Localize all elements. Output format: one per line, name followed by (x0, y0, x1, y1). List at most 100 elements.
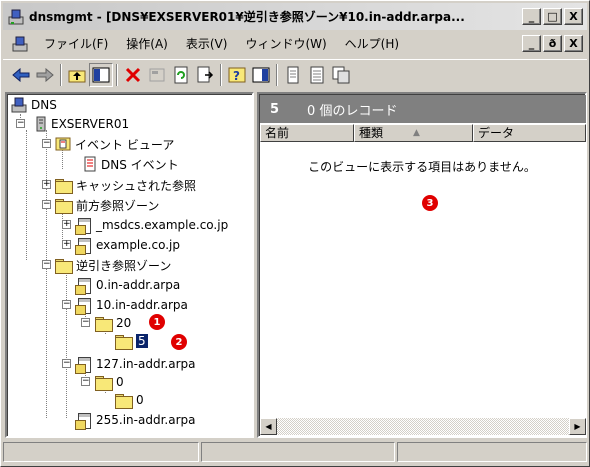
title-bar[interactable]: dnsmgmt - [DNS¥EXSERVER01¥逆引き参照ゾーン¥10.in… (3, 3, 587, 30)
folder-icon (55, 258, 73, 274)
minimize-button[interactable]: _ (522, 8, 541, 25)
window-title: dnsmgmt - [DNS¥EXSERVER01¥逆引き参照ゾーン¥10.in… (29, 10, 465, 24)
scroll-right-icon[interactable]: ▶ (569, 418, 586, 435)
folder-icon (95, 375, 113, 391)
tree-node-event-viewer[interactable]: イベント ビューア (55, 135, 174, 153)
tree-node-sub-5-selected[interactable]: 5 (115, 332, 149, 350)
expand-toggle[interactable]: + (62, 220, 71, 229)
mmc-window: dnsmgmt - [DNS¥EXSERVER01¥逆引き参照ゾーン¥10.in… (0, 0, 590, 467)
column-type[interactable]: 種類 ▲ (354, 124, 473, 142)
tree-node-zone-127[interactable]: 127.in-addr.arpa (75, 355, 195, 374)
tree-node-forward-zones[interactable]: 前方参照ゾーン (55, 196, 159, 214)
mdi-minimize-button[interactable]: _ (522, 35, 541, 52)
toolbar-separator (220, 63, 222, 86)
tree-node-msdcs[interactable]: _msdcs.example.co.jp (75, 216, 228, 235)
properties-icon[interactable] (145, 63, 169, 87)
console-icon[interactable] (249, 63, 273, 87)
tree-node-zone-10[interactable]: 10.in-addr.arpa (75, 296, 188, 315)
menu-bar: ファイル(F) 操作(A) 表示(V) ウィンドウ(W) ヘルプ(H) _ ð … (3, 32, 587, 56)
column-headers: 名前 種類 ▲ データ (260, 124, 586, 142)
menu-file[interactable]: ファイル(F) (35, 34, 117, 54)
tree-node-127-sub-0-0[interactable]: 0 (115, 391, 144, 409)
collapse-toggle[interactable]: − (81, 377, 90, 386)
server-icon (35, 116, 47, 132)
tree-node-zone-0[interactable]: 0.in-addr.arpa (75, 276, 180, 295)
console-tree[interactable]: DNS − EXSERVER01 − イベント ビューア DNS イベント + … (5, 92, 254, 438)
mdi-restore-button[interactable]: ð (543, 35, 562, 52)
expand-toggle[interactable]: + (62, 240, 71, 249)
up-folder-icon[interactable] (65, 63, 89, 87)
dns-console-icon (7, 8, 25, 26)
menu-action[interactable]: 操作(A) (117, 34, 177, 54)
result-header: 5 0 個のレコード (260, 95, 586, 123)
folder-icon (115, 393, 133, 409)
empty-message: このビューに表示する項目はありません。 (308, 160, 536, 174)
collapse-toggle[interactable]: − (42, 139, 51, 148)
help-icon[interactable]: ? (225, 63, 249, 87)
event-log-icon (83, 156, 97, 172)
tree-node-127-sub-0[interactable]: 0 (95, 373, 124, 391)
refresh-icon[interactable] (169, 63, 193, 87)
tree-node-dns-event[interactable]: DNS イベント (83, 155, 179, 173)
sort-arrow-icon: ▲ (413, 128, 420, 138)
scroll-left-icon[interactable]: ◀ (260, 418, 277, 435)
expand-toggle[interactable]: + (42, 180, 51, 189)
collapse-toggle[interactable]: − (62, 300, 71, 309)
zone-icon (75, 297, 92, 315)
child-window-icon[interactable] (11, 35, 29, 53)
folder-icon (115, 334, 133, 350)
collapse-toggle[interactable]: − (81, 318, 90, 327)
collapse-toggle[interactable]: − (62, 359, 71, 368)
folder-icon (55, 198, 73, 214)
zone-icon (75, 237, 92, 255)
export-icon[interactable] (193, 63, 217, 87)
menu-help[interactable]: ヘルプ(H) (336, 34, 408, 54)
node-name: 5 (270, 101, 280, 117)
status-panel-2 (201, 442, 395, 462)
callout-3: 3 (422, 195, 438, 211)
result-pane[interactable]: 5 0 個のレコード 名前 種類 ▲ データ このビューに表示する項目はありません… (257, 92, 587, 438)
dns-icon (11, 97, 27, 113)
tree-node-sub-20[interactable]: 20 (95, 314, 131, 332)
column-data[interactable]: データ (473, 124, 586, 142)
tree-node-reverse-zones[interactable]: 逆引き参照ゾーン (55, 256, 171, 274)
new-alias-icon[interactable] (329, 63, 353, 87)
tree-node-zone-255[interactable]: 255.in-addr.arpa (75, 411, 195, 430)
folder-icon (55, 178, 73, 194)
new-record-icon[interactable] (281, 63, 305, 87)
mdi-close-button[interactable]: X (564, 35, 583, 52)
collapse-toggle[interactable]: − (16, 119, 25, 128)
svg-text:?: ? (233, 69, 240, 83)
zone-icon (75, 412, 92, 430)
tree-node-server[interactable]: EXSERVER01 (35, 115, 129, 133)
toolbar-separator (60, 63, 62, 86)
tree-node-dns[interactable]: DNS (11, 96, 57, 114)
status-panel-3 (397, 442, 587, 462)
callout-1: 1 (149, 314, 165, 330)
menu-window[interactable]: ウィンドウ(W) (236, 34, 335, 54)
toolbar: ? (3, 59, 587, 89)
zone-icon (75, 356, 92, 374)
maximize-button[interactable]: □ (543, 8, 562, 25)
show-tree-icon[interactable] (89, 62, 113, 87)
collapse-toggle[interactable]: − (42, 200, 51, 209)
zone-icon (75, 217, 92, 235)
collapse-toggle[interactable]: − (42, 260, 51, 269)
close-button[interactable]: X (564, 8, 583, 25)
new-host-icon[interactable] (305, 63, 329, 87)
column-name[interactable]: 名前 (260, 124, 354, 142)
tree-node-cached[interactable]: キャッシュされた参照 (55, 176, 196, 194)
delete-icon[interactable] (121, 63, 145, 87)
tree-node-example[interactable]: example.co.jp (75, 236, 180, 255)
toolbar-separator (116, 63, 118, 86)
menu-view[interactable]: 表示(V) (177, 34, 237, 54)
event-viewer-icon (55, 136, 71, 152)
callout-2: 2 (171, 334, 187, 350)
toolbar-separator (276, 63, 278, 86)
zone-icon (75, 277, 92, 295)
back-icon[interactable] (9, 63, 33, 87)
horizontal-scrollbar[interactable]: ◀ ▶ (260, 418, 586, 435)
forward-icon[interactable] (33, 63, 57, 87)
scroll-track[interactable] (277, 418, 569, 435)
status-panel-1 (3, 442, 199, 462)
